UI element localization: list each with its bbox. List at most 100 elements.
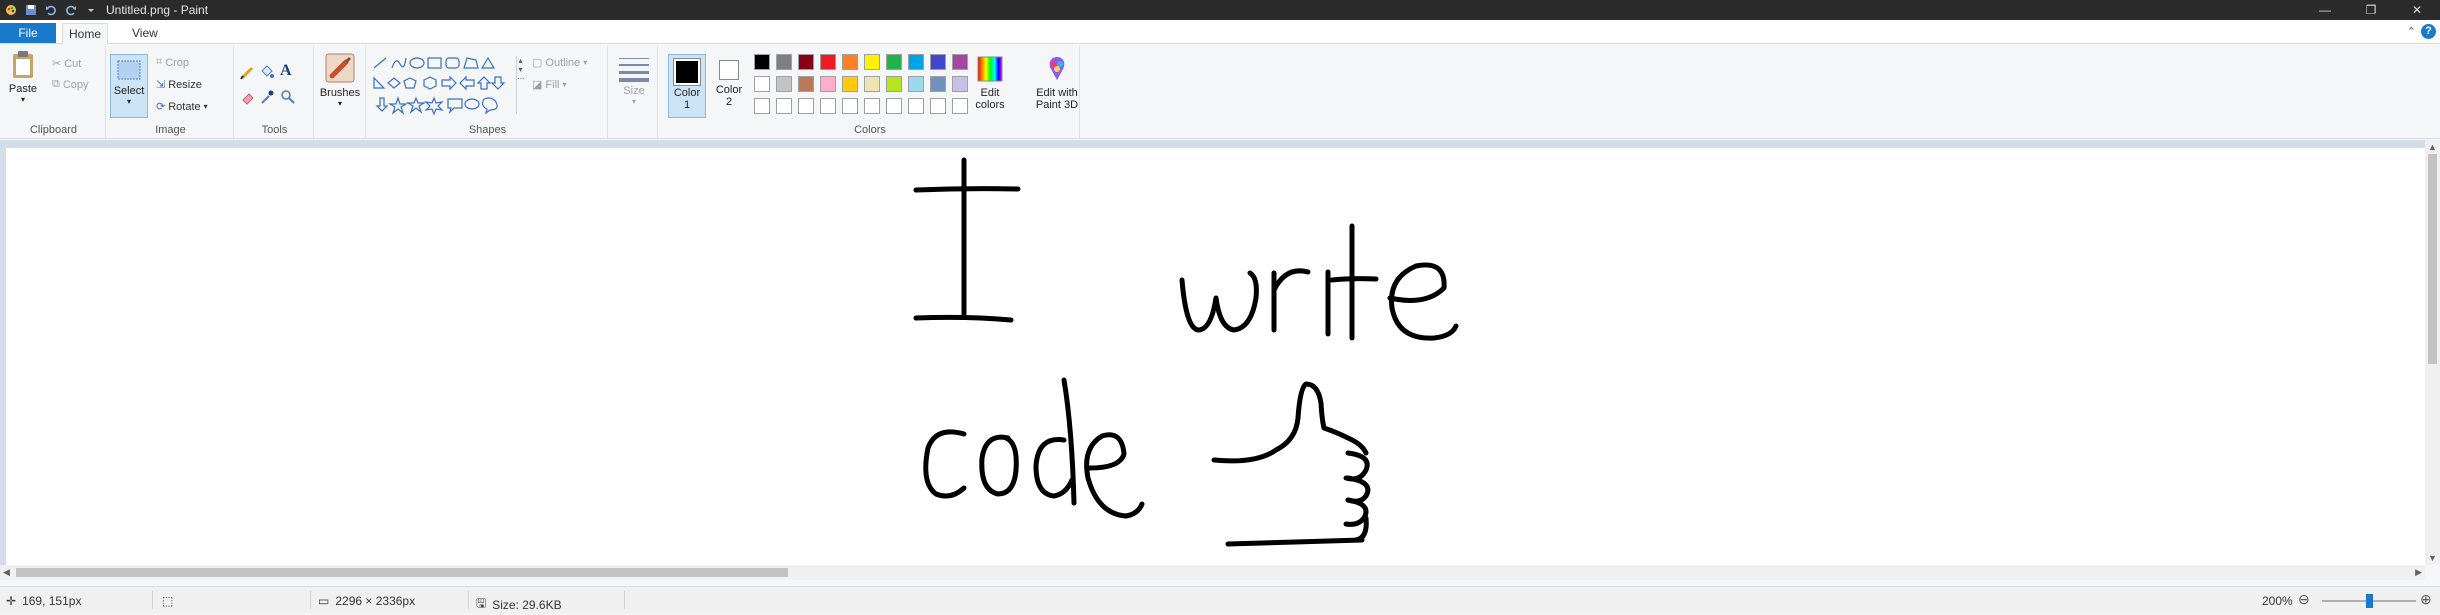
file-size-value: Size: 29.6KB	[492, 597, 562, 612]
horizontal-scrollbar[interactable]: ◀ ▶	[0, 565, 2425, 580]
palette-swatch[interactable]	[798, 54, 814, 70]
shapes-gallery[interactable]	[372, 56, 524, 116]
text-tool-icon[interactable]: A	[280, 62, 292, 80]
horizontal-scroll-thumb[interactable]	[16, 568, 788, 577]
crop-label: Crop	[165, 56, 190, 69]
zoom-out-icon[interactable]: ⊖	[2298, 591, 2310, 608]
paste-dropdown-icon[interactable]: ▾	[6, 95, 40, 104]
rotate-button[interactable]: ⟳ Rotate ▾	[156, 100, 208, 114]
select-button[interactable]: Select ▾	[110, 54, 148, 118]
color1-button[interactable]: Color 1	[668, 54, 706, 118]
brushes-button[interactable]: Brushes ▾	[318, 52, 362, 108]
zoom-in-icon[interactable]: ⊕	[2420, 591, 2432, 608]
palette-swatch[interactable]	[754, 54, 770, 70]
edit-with-paint3d-button[interactable]: Edit with Paint 3D	[1030, 54, 1084, 111]
redo-icon[interactable]	[64, 3, 78, 17]
fill-bucket-icon[interactable]	[259, 64, 275, 83]
palette-swatch[interactable]	[886, 98, 902, 114]
shapes-scroll-down-icon[interactable]: ▾	[517, 65, 524, 74]
minimize-ribbon-icon[interactable]: ⌃	[2407, 25, 2416, 38]
paint-app-icon[interactable]	[4, 3, 18, 17]
palette-swatch[interactable]	[776, 76, 792, 92]
palette-swatch[interactable]	[864, 98, 880, 114]
palette-swatch[interactable]	[930, 98, 946, 114]
palette-swatch[interactable]	[952, 98, 968, 114]
close-button[interactable]: ✕	[2394, 0, 2440, 20]
undo-icon[interactable]	[44, 3, 58, 17]
palette-swatch[interactable]	[908, 54, 924, 70]
palette-swatch[interactable]	[842, 54, 858, 70]
resize-button[interactable]: ⇲ Resize	[156, 78, 202, 92]
outline-button[interactable]: ▢ Outline ▾	[532, 56, 587, 70]
palette-swatch[interactable]	[820, 98, 836, 114]
disk-icon: 🖫	[476, 596, 487, 610]
select-dropdown-icon[interactable]: ▾	[111, 97, 147, 106]
scroll-right-icon[interactable]: ▶	[2415, 567, 2422, 578]
palette-swatch[interactable]	[798, 76, 814, 92]
paste-button[interactable]: Paste ▾	[6, 50, 40, 104]
fill-button[interactable]: ◪ Fill ▾	[532, 78, 566, 92]
image-group: Select ▾ ⌗ Crop ⇲ Resize ⟳ Rotate ▾ Image	[108, 46, 234, 138]
crop-button[interactable]: ⌗ Crop	[156, 56, 189, 69]
size-button[interactable]: Size ▾	[614, 52, 654, 106]
scroll-left-icon[interactable]: ◀	[3, 567, 10, 578]
eraser-icon[interactable]	[240, 89, 256, 108]
palette-swatch[interactable]	[776, 98, 792, 114]
magnifier-icon[interactable]	[280, 89, 296, 108]
zoom-slider-thumb[interactable]	[2366, 594, 2373, 608]
edit-colors-label-line1: Edit	[980, 87, 1000, 99]
shapes-more-icon[interactable]: ⋯	[517, 74, 525, 83]
palette-swatch[interactable]	[952, 54, 968, 70]
outline-icon: ▢	[532, 57, 543, 69]
rotate-dropdown-icon: ▾	[203, 102, 208, 111]
cut-label: Cut	[64, 57, 82, 70]
edit-colors-button[interactable]: Edit colors	[972, 54, 1008, 111]
shapes-scroll[interactable]: ▴ ▾ ⋯	[516, 56, 525, 114]
palette-swatch[interactable]	[886, 54, 902, 70]
tab-view[interactable]: View	[120, 23, 170, 43]
palette-swatch[interactable]	[842, 98, 858, 114]
vertical-scrollbar[interactable]: ▲ ▼	[2425, 140, 2440, 565]
palette-swatch[interactable]	[908, 98, 924, 114]
letter-i-stroke	[913, 186, 1021, 193]
palette-swatch[interactable]	[820, 54, 836, 70]
palette-swatch[interactable]	[798, 98, 814, 114]
shapes-scroll-up-icon[interactable]: ▴	[517, 56, 524, 65]
vertical-scroll-thumb[interactable]	[2428, 154, 2437, 364]
palette-swatch[interactable]	[820, 76, 836, 92]
title-bar: Untitled.png - Paint — ❐ ✕	[0, 0, 2440, 20]
pencil-icon[interactable]	[240, 64, 256, 83]
palette-swatch[interactable]	[886, 76, 902, 92]
copy-label: Copy	[62, 78, 89, 91]
color2-swatch	[719, 60, 739, 80]
tab-file[interactable]: File	[0, 23, 56, 43]
palette-swatch[interactable]	[864, 76, 880, 92]
palette-swatch[interactable]	[930, 76, 946, 92]
maximize-button[interactable]: ❐	[2348, 0, 2394, 20]
palette-swatch[interactable]	[754, 98, 770, 114]
copy-button[interactable]: ⧉ Copy	[52, 78, 89, 91]
resize-icon: ⇲	[156, 79, 166, 91]
palette-swatch[interactable]	[930, 54, 946, 70]
palette-swatch[interactable]	[864, 54, 880, 70]
cut-button[interactable]: ✂ Cut	[52, 57, 82, 71]
status-bar: ✛ 169, 151px ⬚ ▭ 2296 × 2336px 🖫 Size: 2…	[0, 586, 2440, 614]
color2-button[interactable]: Color 2	[712, 54, 746, 118]
palette-swatch[interactable]	[754, 76, 770, 92]
scroll-down-icon[interactable]: ▼	[2428, 553, 2437, 563]
help-icon[interactable]: ?	[2421, 24, 2436, 39]
copy-icon: ⧉	[52, 78, 60, 90]
palette-swatch[interactable]	[908, 76, 924, 92]
scroll-up-icon[interactable]: ▲	[2428, 142, 2437, 152]
palette-swatch[interactable]	[842, 76, 858, 92]
selection-size: ⬚	[162, 594, 173, 608]
minimize-button[interactable]: —	[2302, 0, 2348, 20]
color-picker-icon[interactable]	[259, 89, 275, 108]
tab-home[interactable]: Home	[62, 23, 108, 44]
drawing-canvas[interactable]	[6, 148, 2425, 565]
palette-swatch[interactable]	[952, 76, 968, 92]
rotate-icon: ⟳	[156, 101, 166, 113]
customize-qat-icon[interactable]	[84, 3, 98, 17]
palette-swatch[interactable]	[776, 54, 792, 70]
save-icon[interactable]	[24, 3, 38, 17]
